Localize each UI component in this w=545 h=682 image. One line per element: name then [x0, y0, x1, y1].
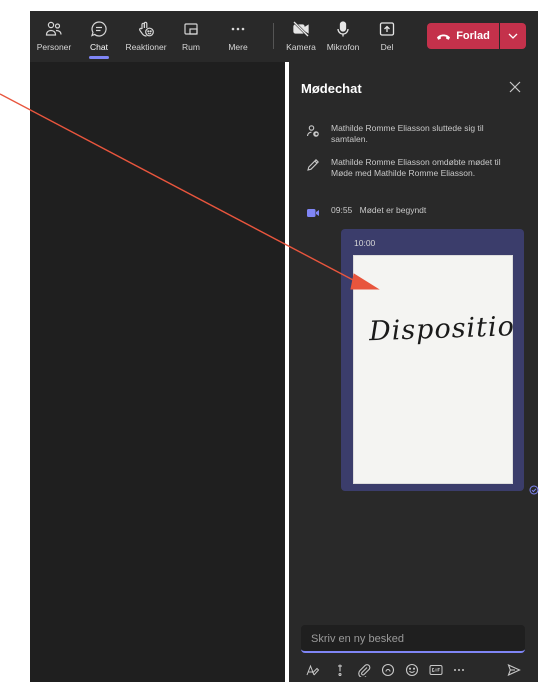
more-label: Mere [228, 42, 248, 52]
more-icon [230, 19, 246, 39]
priority-icon[interactable] [333, 663, 347, 677]
meeting-camera-icon [306, 206, 320, 220]
people-icon [45, 19, 63, 39]
message-input[interactable] [311, 630, 511, 648]
share-icon [378, 19, 396, 39]
message-image[interactable]: Disposition [353, 255, 534, 484]
chat-event-renamed: Mathilde Romme Eliasson omdøbte mødet ti… [289, 157, 538, 191]
chat-message-bubble[interactable]: 10:00 Disposition [341, 229, 534, 491]
leave-button[interactable]: Forlad [427, 23, 499, 49]
compose-toolbar [306, 663, 528, 679]
meeting-toolbar: Personer Chat Reaktioner Rum Mere Kamera… [30, 11, 538, 62]
people-button[interactable]: Personer [33, 11, 75, 62]
handwritten-text: Disposition [367, 311, 514, 348]
microphone-button[interactable]: Mikrofon [322, 11, 364, 62]
camera-button[interactable]: Kamera [284, 11, 318, 62]
people-label: Personer [36, 42, 72, 52]
more-options-icon[interactable] [452, 663, 466, 677]
close-icon[interactable] [509, 80, 523, 94]
handwriting-image: Disposition [367, 311, 533, 348]
camera-off-icon [292, 19, 310, 39]
reactions-icon [137, 19, 155, 39]
teams-meeting-window: Personer Chat Reaktioner Rum Mere Kamera… [0, 0, 545, 682]
chat-event-joined: Mathilde Romme Eliasson sluttede sig til… [289, 123, 538, 147]
loop-icon[interactable] [381, 663, 395, 677]
reactions-button[interactable]: Reaktioner [120, 11, 172, 62]
reactions-label: Reaktioner [125, 42, 167, 52]
active-tab-indicator [89, 56, 109, 59]
camera-label: Kamera [286, 42, 316, 52]
chat-event-started: 09:55 Mødet er begyndt [289, 205, 538, 219]
chat-event-time: 09:55 [331, 205, 353, 215]
chat-event-text: Mathilde Romme Eliasson sluttede sig til… [331, 123, 484, 144]
format-icon[interactable] [306, 663, 320, 677]
attach-icon[interactable] [357, 663, 371, 677]
rooms-button[interactable]: Rum [178, 11, 204, 62]
rooms-icon [183, 19, 199, 39]
chat-label: Chat [90, 42, 108, 52]
read-receipt-icon [529, 482, 539, 495]
chat-panel-title: Mødechat [301, 81, 362, 96]
chat-button[interactable]: Chat [82, 11, 116, 62]
more-button[interactable]: Mere [224, 11, 252, 62]
microphone-label: Mikrofon [326, 42, 360, 52]
meeting-chat-panel: Mødechat Mathilde Romme Eliasson slutted… [289, 62, 539, 682]
gif-icon[interactable] [429, 663, 443, 677]
pencil-icon [306, 158, 320, 172]
person-joined-icon [306, 124, 320, 138]
phone-hangup-icon [436, 32, 451, 41]
emoji-icon[interactable] [405, 663, 419, 677]
share-label: Del [380, 42, 394, 52]
share-button[interactable]: Del [376, 11, 398, 62]
compose-box[interactable] [301, 625, 525, 653]
rooms-label: Rum [182, 42, 200, 52]
message-timestamp: 10:00 [354, 238, 376, 248]
microphone-icon [334, 19, 352, 39]
meeting-stage [30, 62, 285, 682]
chat-event-text: Mathilde Romme Eliasson omdøbte mødet ti… [331, 157, 501, 178]
chevron-down-icon [508, 33, 518, 39]
toolbar-divider [273, 23, 274, 49]
send-icon[interactable] [507, 663, 521, 677]
leave-options-button[interactable] [500, 23, 526, 49]
chat-event-text: Mødet er begyndt [359, 205, 427, 215]
chat-icon [90, 19, 108, 39]
leave-label: Forlad [456, 30, 490, 42]
